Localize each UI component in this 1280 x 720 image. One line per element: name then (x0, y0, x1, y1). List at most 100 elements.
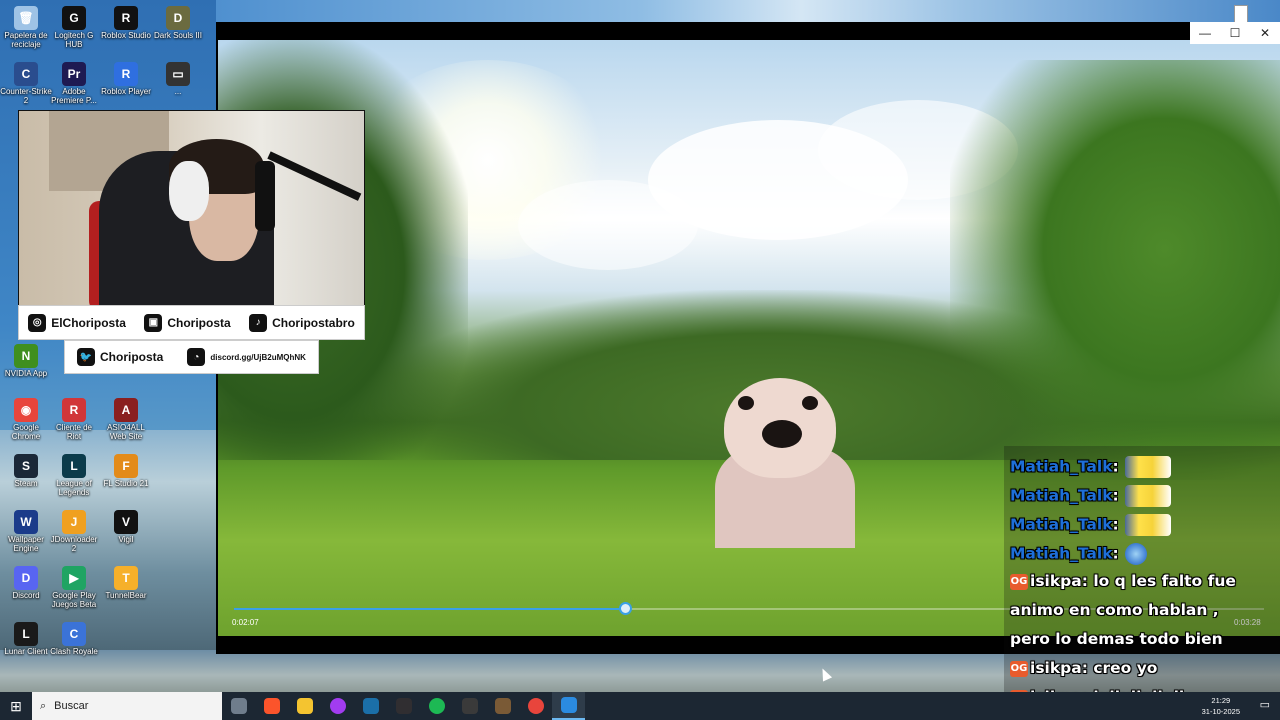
chat-username: Matiah_Talk (1010, 515, 1113, 534)
chat-text: animo en como hablan , (1010, 601, 1219, 619)
chat-username: isikpa (1030, 659, 1082, 677)
desktop-icon[interactable]: J JDownloader 2 (48, 508, 100, 553)
document-icon[interactable] (1234, 5, 1248, 23)
taskbar-spotify[interactable] (420, 692, 453, 720)
taskbar-media-player[interactable] (552, 692, 585, 720)
desktop-icon-label: Roblox Player (101, 87, 151, 96)
taskbar-obs[interactable] (387, 692, 420, 720)
spotify-icon (428, 698, 445, 714)
app-icon: J (62, 510, 86, 534)
maximize-button[interactable]: ☐ (1220, 22, 1250, 44)
desktop-icon[interactable]: L Lunar Client (0, 620, 52, 656)
desktop-icon[interactable]: L League of Legends (48, 452, 100, 497)
time-elapsed: 0:02:07 (232, 618, 259, 627)
desktop-icon-label: Adobe Premiere P... (51, 87, 97, 105)
desktop-icon[interactable]: W Wallpaper Engine (0, 508, 52, 553)
desktop-icon[interactable]: C Clash Royale (48, 620, 100, 656)
chat-message: Matiah_Talk: (1010, 543, 1147, 565)
app-icon: G (62, 6, 86, 30)
social-handle: ElChoriposta (51, 315, 126, 330)
emote-wide-icon (1124, 456, 1171, 478)
twitter-icon: 🐦 (77, 348, 96, 366)
desktop-icon-label: Lunar Client (4, 647, 48, 656)
app-icon: R (62, 398, 86, 422)
app-icon: T (114, 566, 138, 590)
taskbar-file-explorer[interactable] (288, 692, 321, 720)
taskbar-apps (222, 692, 585, 720)
desktop-icon[interactable]: ◉ Google Chrome (0, 396, 52, 441)
chat-username: isikpa (1030, 572, 1082, 590)
desktop-icon[interactable]: G Logitech G HUB (48, 4, 100, 49)
notification-icon[interactable]: ▭ (1260, 698, 1270, 711)
desktop-icon[interactable]: S Steam (0, 452, 52, 488)
desktop-icon[interactable]: Pr Adobe Premiere P... (48, 60, 100, 105)
chat-message: Matiah_Talk: (1010, 456, 1171, 478)
taskbar-messenger[interactable] (321, 692, 354, 720)
video-dog (710, 378, 860, 548)
desktop-icon-label: Clash Royale (50, 647, 98, 656)
app-icon: D (14, 566, 38, 590)
desktop-icon-label: Steam (14, 479, 38, 488)
app-icon: R (114, 6, 138, 30)
desktop-icon[interactable]: R Roblox Studio (100, 4, 152, 40)
desktop-icon-label: Cliente de Riot (55, 423, 93, 441)
desktop-icon-label: Google Play Juegos Beta (51, 591, 97, 609)
emote-wide-icon (1124, 514, 1171, 536)
desktop-icon[interactable]: D Discord (0, 564, 52, 600)
chat-overlay: Matiah_Talk: Matiah_Talk: Matiah_Talk: Mati… (1004, 446, 1280, 706)
messenger-icon (329, 698, 346, 714)
discord-icon: ◔ (187, 348, 206, 366)
taskbar-steam[interactable] (354, 692, 387, 720)
desktop-icon[interactable]: T TunnelBear (100, 564, 152, 600)
taskbar-obs-record[interactable] (453, 692, 486, 720)
desktop-icon[interactable]: D Dark Souls III (152, 4, 204, 40)
desktop-icon-label: Roblox Studio (101, 31, 151, 40)
file-explorer-icon (296, 698, 313, 714)
app-icon: D (166, 6, 190, 30)
desktop-icon-label: Counter-Strike 2 (0, 87, 52, 105)
social-link: ◔ discord.gg/UjB2uMQhNK (187, 348, 306, 366)
chat-message: Matiah_Talk: (1010, 514, 1171, 536)
app-icon: ▶ (62, 566, 86, 590)
desktop-icon[interactable]: V Vigil (100, 508, 152, 544)
taskbar-chrome[interactable] (519, 692, 552, 720)
chat-text: : (1112, 486, 1119, 505)
seek-bar-thumb[interactable] (619, 602, 632, 615)
desktop-icon[interactable]: A ASIO4ALL Web Site (100, 396, 152, 441)
taskbar: ⊞ ⌕ Buscar 21:29 31-10-2025 ▭ (0, 692, 1280, 720)
taskbar-minecraft[interactable] (486, 692, 519, 720)
minimize-button[interactable]: — (1190, 22, 1220, 44)
desktop-icon[interactable]: 🗑 Papelera de reciclaje (0, 4, 52, 49)
desktop-icon[interactable]: R Cliente de Riot (48, 396, 100, 441)
media-player-icon (560, 697, 577, 713)
desktop-icon[interactable]: F FL Studio 21 (100, 452, 152, 488)
taskbar-brave[interactable] (255, 692, 288, 720)
chat-message: pero lo demas todo bien (1010, 630, 1223, 648)
chat-message: animo en como hablan , (1010, 601, 1219, 619)
app-icon: F (114, 454, 138, 478)
desktop-icon[interactable]: N NVIDIA App (0, 342, 52, 378)
social-handle: Choriposta (167, 315, 231, 330)
app-icon: W (14, 510, 38, 534)
socials-bar: ◎ ElChoriposta ▣ Choriposta ♪ Choripostabro (18, 305, 365, 340)
taskbar-task-view[interactable] (222, 692, 255, 720)
close-button[interactable]: ✕ (1250, 22, 1280, 44)
taskbar-clock[interactable]: 21:29 31-10-2025 (1202, 695, 1240, 717)
video-tree-right (950, 60, 1280, 480)
app-icon: S (14, 454, 38, 478)
search-box[interactable]: ⌕ Buscar (32, 692, 222, 720)
desktop-icon[interactable]: R Roblox Player (100, 60, 152, 96)
desktop-icon[interactable]: C Counter-Strike 2 (0, 60, 52, 105)
clock-date: 31-10-2025 (1201, 707, 1240, 716)
social-handle: discord.gg/UjB2uMQhNK (210, 352, 306, 362)
desktop-icon[interactable]: ▭... (152, 60, 204, 96)
desktop-icon[interactable]: ▶ Google Play Juegos Beta (48, 564, 100, 609)
start-button[interactable]: ⊞ (0, 692, 32, 720)
social-handle: Choripostabro (272, 315, 355, 330)
instagram-icon: ◎ (28, 313, 47, 332)
search-placeholder: Buscar (54, 700, 89, 712)
obs-record-icon (461, 698, 478, 714)
chat-text: : lo q les falto fue (1081, 572, 1236, 590)
chat-message: OG isikpa: creo yo (1010, 659, 1157, 677)
socials-bar-2: 🐦 Choriposta ◔ discord.gg/UjB2uMQhNK (64, 340, 319, 374)
